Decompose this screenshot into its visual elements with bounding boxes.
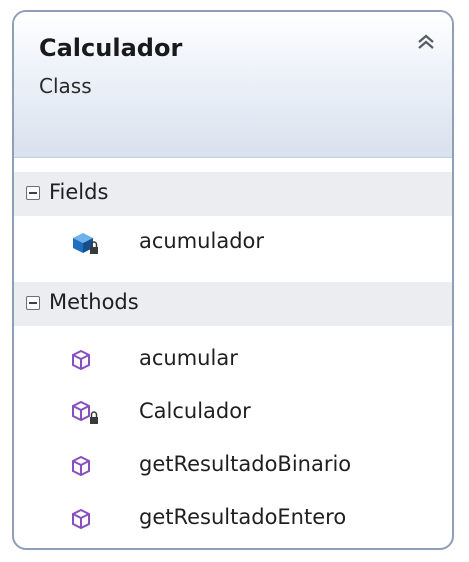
field-item[interactable]: acumulador	[14, 225, 452, 263]
method-icon	[69, 346, 109, 376]
field-name: acumulador	[139, 229, 265, 253]
class-name: Calculador	[39, 34, 183, 62]
private-method-icon	[69, 399, 109, 429]
method-item[interactable]: getResultadoBinario	[14, 448, 452, 486]
method-item[interactable]: getResultadoEntero	[14, 501, 452, 539]
methods-collapse-toggle-icon[interactable]	[26, 296, 40, 310]
method-item[interactable]: Calculador	[14, 395, 452, 433]
class-kind: Class	[39, 74, 92, 98]
method-name: getResultadoEntero	[139, 505, 347, 529]
class-header: Calculador Class	[14, 12, 452, 158]
method-icon	[69, 505, 109, 535]
fields-collapse-toggle-icon[interactable]	[26, 186, 40, 200]
methods-section-header[interactable]: Methods	[14, 282, 452, 326]
fields-section-title: Fields	[49, 180, 109, 204]
method-icon	[69, 452, 109, 482]
fields-section-header[interactable]: Fields	[14, 172, 452, 216]
class-shape[interactable]: Calculador Class Fields acumulador Metho…	[12, 10, 454, 550]
method-item[interactable]: acumular	[14, 342, 452, 380]
methods-section-title: Methods	[49, 290, 139, 314]
collapse-chevron-icon[interactable]	[414, 30, 438, 54]
method-name: getResultadoBinario	[139, 452, 352, 476]
private-field-icon	[69, 229, 109, 259]
method-name: acumular	[139, 346, 238, 370]
method-name: Calculador	[139, 399, 251, 423]
